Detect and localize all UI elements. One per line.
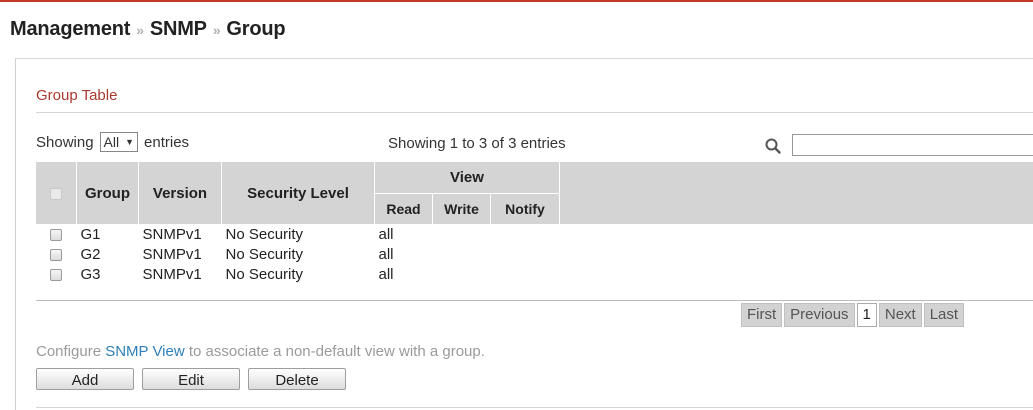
- breadcrumb-management: Management: [10, 18, 131, 40]
- entries-control: Showing All ▼ entries: [36, 132, 189, 152]
- select-all-cell: [36, 162, 77, 224]
- edit-button[interactable]: Edit: [142, 368, 240, 390]
- column-header-notify[interactable]: Notify: [490, 193, 560, 224]
- showing-label: Showing: [36, 133, 94, 151]
- bottom-divider: [36, 407, 1033, 408]
- note-suffix: to associate a non-default view with a g…: [188, 343, 485, 360]
- cell-security-level: No Security: [225, 225, 304, 243]
- column-header-group[interactable]: Group: [76, 162, 139, 224]
- column-header-write[interactable]: Write: [432, 193, 491, 224]
- table-row[interactable]: G1 SNMPv1 No Security all: [36, 224, 560, 244]
- column-header-read[interactable]: Read: [374, 193, 433, 224]
- cell-notify: [491, 264, 560, 284]
- section-divider: [36, 112, 1033, 113]
- cell-group: G3: [80, 265, 101, 283]
- content-frame-left: [15, 58, 16, 410]
- cell-read: all: [378, 245, 394, 263]
- cell-group: G2: [80, 245, 101, 263]
- breadcrumb-separator: »: [136, 21, 144, 38]
- section-title: Group Table: [36, 87, 118, 104]
- add-button[interactable]: Add: [36, 368, 134, 390]
- row-select-cell: [36, 244, 77, 264]
- help-note: Configure SNMP View to associate a non-d…: [36, 343, 485, 360]
- cell-read: all: [378, 265, 394, 283]
- delete-button[interactable]: Delete: [248, 368, 346, 390]
- previous-page-button[interactable]: Previous: [784, 303, 855, 327]
- note-prefix: Configure: [36, 343, 102, 360]
- row-checkbox[interactable]: [50, 248, 63, 261]
- select-all-checkbox[interactable]: [50, 187, 62, 200]
- first-page-button[interactable]: First: [741, 303, 783, 327]
- cell-security-level: No Security: [225, 265, 304, 283]
- cell-version: SNMPv1: [142, 265, 202, 283]
- cell-write: [433, 244, 491, 264]
- snmp-view-link[interactable]: SNMP View: [105, 343, 184, 360]
- cell-version: SNMPv1: [142, 245, 202, 263]
- last-page-button[interactable]: Last: [923, 303, 965, 327]
- cell-write: [433, 224, 491, 244]
- entries-select-value: All: [103, 134, 120, 150]
- cell-group: G1: [80, 225, 101, 243]
- group-table: Group Version Security Level View Read W…: [36, 162, 1033, 302]
- cell-notify: [491, 244, 560, 264]
- column-header-view: View: [374, 162, 560, 194]
- breadcrumb-snmp: SNMP: [149, 18, 207, 40]
- content-frame-top: [15, 58, 1033, 59]
- table-row[interactable]: G2 SNMPv1 No Security all: [36, 244, 560, 264]
- cell-notify: [491, 224, 560, 244]
- breadcrumb: Management » SNMP » Group: [10, 18, 286, 41]
- table-info: Showing 1 to 3 of 3 entries: [388, 135, 566, 152]
- column-header-security-level[interactable]: Security Level: [221, 162, 375, 224]
- row-checkbox[interactable]: [50, 228, 63, 241]
- current-page-button[interactable]: 1: [856, 303, 877, 327]
- top-accent-line: [0, 0, 1033, 2]
- row-select-cell: [36, 224, 77, 244]
- row-checkbox[interactable]: [50, 268, 63, 281]
- table-bottom-border: [36, 300, 1033, 301]
- table-row[interactable]: G3 SNMPv1 No Security all: [36, 264, 560, 284]
- breadcrumb-separator: »: [212, 21, 221, 38]
- pagination: First Previous 1 Next Last: [741, 303, 965, 327]
- search-input[interactable]: [792, 134, 1033, 156]
- column-header-version[interactable]: Version: [138, 162, 222, 224]
- action-buttons: Add Edit Delete: [36, 368, 346, 390]
- entries-label: entries: [144, 133, 190, 151]
- cell-write: [433, 264, 491, 284]
- cell-security-level: No Security: [225, 245, 304, 263]
- next-page-button[interactable]: Next: [878, 303, 922, 327]
- entries-select[interactable]: All ▼: [99, 132, 139, 152]
- breadcrumb-group: Group: [226, 18, 286, 40]
- chevron-down-icon: ▼: [125, 137, 135, 147]
- search-icon: [765, 138, 781, 154]
- cell-read: all: [378, 225, 394, 243]
- row-select-cell: [36, 264, 77, 284]
- cell-version: SNMPv1: [142, 225, 202, 243]
